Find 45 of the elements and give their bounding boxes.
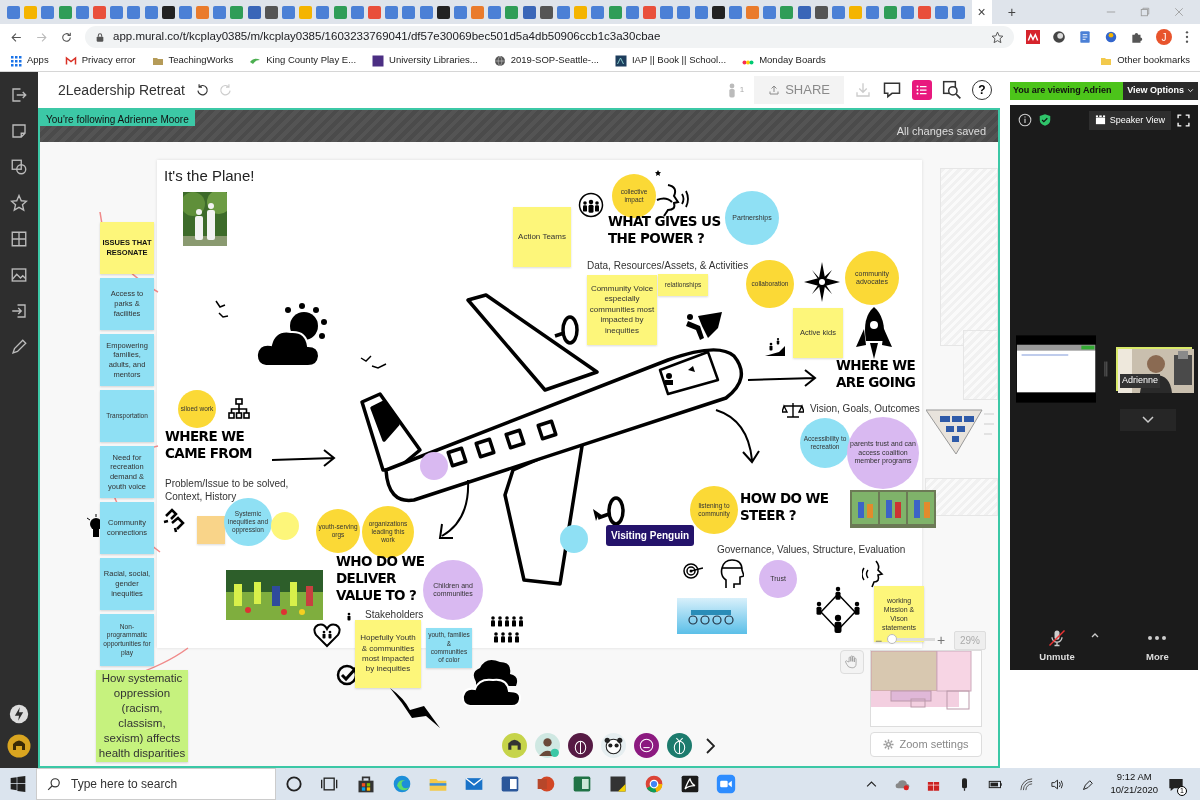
profile-button[interactable]: J [1156, 29, 1172, 45]
cursor-label: Visiting Penguin [606, 525, 695, 546]
help-button[interactable]: ? [972, 80, 992, 100]
online-count: 1 [739, 84, 745, 96]
zoom-settings-button[interactable]: Zoom settings [870, 732, 982, 757]
handwritten-heading: HOW DO WE STEER ? [740, 490, 829, 524]
more-button[interactable]: More [1145, 627, 1169, 664]
url-text: app.mural.co/t/kcplay0385/m/kcplay0385/1603233769041/df57e30069bec501d5a4db50906ccb1c3a30cbae [113, 29, 661, 45]
board-title: It's the Plane! [164, 166, 255, 186]
zoom-in-button[interactable]: + [937, 630, 946, 651]
bookmark-link[interactable]: King County Play E... [249, 53, 357, 68]
handwritten-heading: WHERE WE ARE GOING [836, 357, 916, 391]
bookmark-link[interactable]: TeachingWorks [151, 53, 234, 68]
bookmark-link[interactable]: Privacy error [64, 53, 136, 68]
zoom-out-button[interactable]: − [875, 632, 882, 650]
zoom-percent: 29% [954, 631, 986, 650]
search-field[interactable]: Type here to search [69, 774, 259, 794]
sticky-note: How systematic oppression (racism, classism, sexism) affects health disparities [96, 670, 188, 762]
view-options-button[interactable]: View Options [1123, 82, 1198, 100]
bookmark-link[interactable]: Monday Boards [742, 53, 826, 68]
unmute-button[interactable]: Unmute [1039, 627, 1075, 664]
bookmark-link[interactable]: University Libraries... [372, 53, 478, 68]
caption-text: Stakeholders [365, 608, 424, 621]
speaker-view-button[interactable]: Speaker View [1088, 110, 1171, 130]
following-banner: You're following Adrienne Moore [40, 110, 195, 126]
caption-text: Governance, Values, Structure, Evaluation [717, 543, 906, 556]
clock-time: 9:12 AM [1115, 771, 1153, 784]
address-bar[interactable]: app.mural.co/t/kcplay0385/m/kcplay0385/1603233769041/df57e30069bec501d5a4db50906ccb1c3a30cbae [85, 26, 1014, 48]
board-title[interactable]: 2Leadership Retreat [58, 79, 185, 101]
new-tab-button[interactable]: + [1007, 5, 1016, 19]
viewing-banner: You are viewing Adrien [1010, 82, 1124, 100]
bookmark-link[interactable]: IAP || Book || School... [614, 53, 727, 68]
sticky-note: Community Voice especially communities most impacted by inequities [587, 275, 657, 345]
bookmark-link[interactable]: Apps [10, 53, 49, 68]
bookmark-folder[interactable]: Other bookmarks [1100, 53, 1190, 68]
save-status: All changes saved [896, 123, 987, 139]
caption-text: Vision, Goals, Outcomes [810, 402, 920, 415]
clock-date: 10/21/2020 [1110, 784, 1158, 797]
caption-text: Data, Resources/Assets, & Activities [587, 259, 749, 272]
sticky-note: Action Teams [513, 207, 571, 267]
participant-name: Adrienne [1120, 374, 1161, 388]
sticky-note: Hopefully Youth & communities most impacted by inequities [355, 620, 421, 688]
handwritten-heading: WHERE WE CAME FROM [165, 428, 252, 462]
search-box[interactable]: Type here to search [36, 768, 276, 800]
bookmark-link[interactable]: 2019-SOP-Seattle-... [493, 53, 599, 68]
